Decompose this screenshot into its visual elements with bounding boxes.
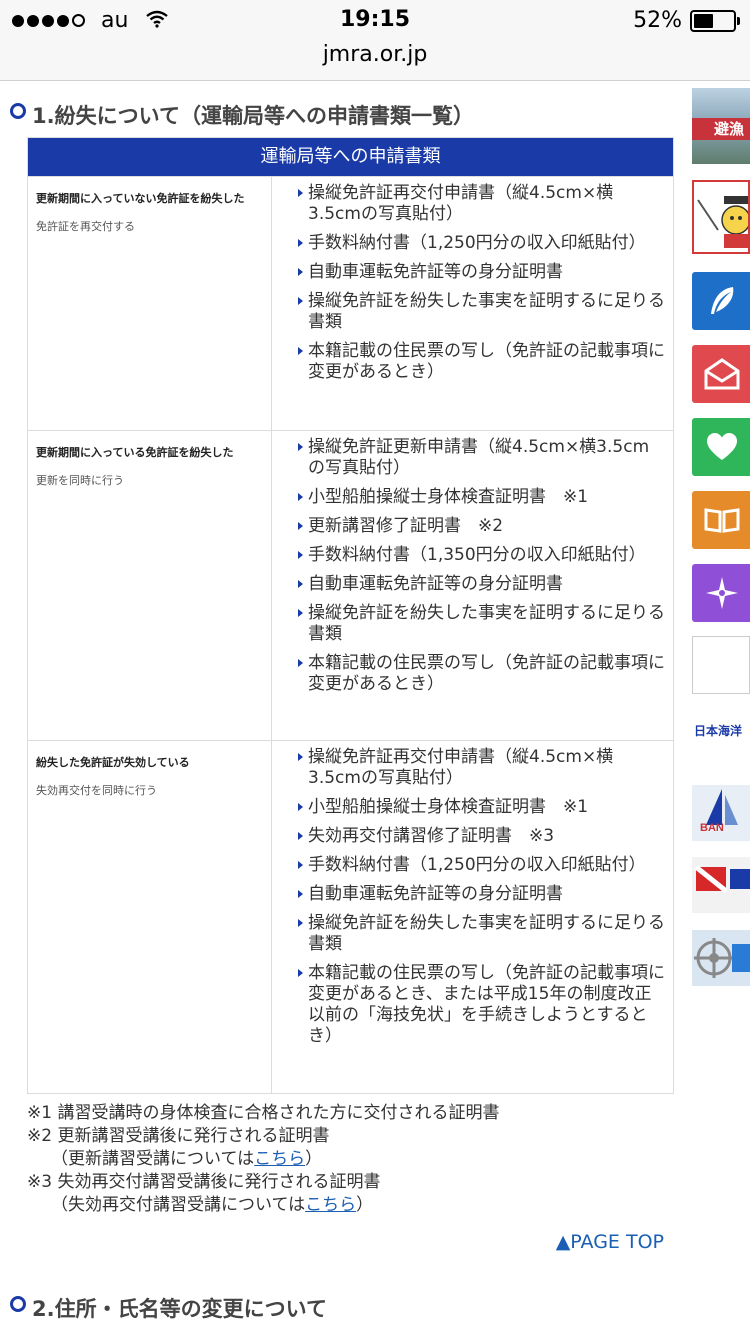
section-2-title: 2.住所・氏名等の変更について (32, 1297, 327, 1321)
section-2-heading: 2.住所・氏名等の変更について (10, 1293, 327, 1323)
page-top-link[interactable]: ▲PAGE TOP (556, 1231, 664, 1253)
helm-banner[interactable] (692, 930, 750, 986)
table-row: 紛失した免許証が失効している 失効再交付を同時に行う 操縦免許証再交付申請書（縦… (28, 740, 673, 1093)
row-documents-cell: 操縦免許証再交付申請書（縦4.5cm×横3.5cmの写真貼付） 手数料納付書（1… (272, 177, 671, 430)
row-condition-cell: 更新期間に入っていない免許証を紛失した 免許証を再交付する (28, 177, 272, 430)
condition-text: 更新期間に入っている免許証を紛失した (36, 446, 234, 459)
section-1-title: 1.紛失について（運輸局等への申請書類一覧） (32, 104, 474, 128)
svg-text:BAN: BAN (700, 822, 724, 834)
document-item: 本籍記載の住民票の写し（免許証の記載事項に変更があるとき、または平成15年の制度… (298, 963, 665, 1047)
action-text: 失効再交付を同時に行う (36, 784, 157, 797)
document-item: 操縦免許証を紛失した事実を証明するに足りる書類 (298, 291, 665, 333)
sidebar-label: 日本海洋 (694, 724, 743, 738)
document-item: 自動車運転免許証等の身分証明書 (298, 574, 665, 595)
footnote-2-sub: （更新講習受講についてはこちら） (27, 1148, 667, 1171)
renewal-course-link[interactable]: こちら (254, 1149, 305, 1169)
empty-banner[interactable] (692, 636, 750, 694)
document-item: 操縦免許証を紛失した事実を証明するに足りる書類 (298, 913, 665, 955)
document-item: 操縦免許証更新申請書（縦4.5cm×横3.5cmの写真貼付） (298, 437, 665, 479)
condition-text: 紛失した免許証が失効している (36, 756, 190, 769)
mascot-banner[interactable] (692, 180, 750, 254)
table-row: 更新期間に入っていない免許証を紛失した 免許証を再交付する 操縦免許証再交付申請… (28, 176, 673, 430)
mascot-icon (697, 196, 748, 248)
url-bar[interactable]: jmra.or.jp (0, 40, 750, 81)
footnote-3-sub-post: ） (356, 1195, 374, 1215)
row-condition-cell: 更新期間に入っている免許証を紛失した 更新を同時に行う (28, 431, 272, 740)
document-item: 更新講習修了証明書 ※2 (298, 516, 665, 537)
document-item: 操縦免許証を紛失した事実を証明するに足りる書類 (298, 603, 665, 645)
status-bar: au 19:15 52% (0, 0, 750, 40)
compass-star-icon[interactable] (692, 564, 750, 622)
document-item: 操縦免許証再交付申請書（縦4.5cm×横3.5cmの写真貼付） (298, 747, 665, 789)
sailboat-icon: BAN (700, 789, 738, 834)
diving-flag-banner[interactable] (692, 857, 750, 913)
action-text: 更新を同時に行う (36, 474, 124, 487)
circle-bullet-icon (10, 1296, 26, 1312)
footnote-3-sub-pre: （失効再交付講習受講については (51, 1195, 306, 1215)
footnotes: ※1 講習受講時の身体検査に合格された方に交付される証明書 ※2 更新講習受講後… (27, 1102, 667, 1217)
battery-area: 52% (633, 8, 740, 33)
table-row: 更新期間に入っている免許証を紛失した 更新を同時に行う 操縦免許証更新申請書（縦… (28, 430, 673, 740)
footnote-3-sub: （失効再交付講習受講についてはこちら） (27, 1194, 667, 1217)
section-1-heading: 1.紛失について（運輸局等への申請書類一覧） (10, 100, 474, 130)
document-item: 手数料納付書（1,250円分の収入印紙貼付） (298, 855, 665, 876)
document-item: 手数料納付書（1,250円分の収入印紙貼付） (298, 233, 665, 254)
document-item: 自動車運転免許証等の身分証明書 (298, 884, 665, 905)
document-item: 本籍記載の住民票の写し（免許証の記載事項に変更があるとき） (298, 653, 665, 695)
battery-fill (694, 13, 714, 28)
table-header: 運輸局等への申請書類 (28, 138, 673, 176)
book-icon[interactable] (692, 491, 750, 549)
footnote-1: ※1 講習受講時の身体検査に合格された方に交付される証明書 (27, 1103, 500, 1123)
photo-banner[interactable]: 避漁 (692, 88, 750, 164)
ship-wheel-icon (694, 938, 750, 978)
circle-bullet-icon (10, 103, 26, 119)
document-item: 手数料納付書（1,350円分の収入印紙貼付） (298, 545, 665, 566)
document-item: 自動車運転免許証等の身分証明書 (298, 262, 665, 283)
heart-icon[interactable] (692, 418, 750, 476)
right-sidebar: 避漁 日本海洋 BAN (692, 88, 750, 1334)
footnote-2-sub-pre: （更新講習受講については (51, 1149, 255, 1169)
footnote-3: ※3 失効再交付講習受講後に発行される証明書 (27, 1172, 381, 1192)
reissue-course-link[interactable]: こちら (305, 1195, 356, 1215)
document-item: 本籍記載の住民票の写し（免許証の記載事項に変更があるとき） (298, 341, 665, 383)
footnote-2: ※2 更新講習受講後に発行される証明書 (27, 1126, 330, 1146)
document-item: 小型船舶操縦士身体検査証明書 ※1 (298, 487, 665, 508)
mail-icon[interactable] (692, 345, 750, 403)
battery-percent: 52% (633, 8, 682, 33)
document-item: 操縦免許証再交付申請書（縦4.5cm×横3.5cmの写真貼付） (298, 183, 665, 225)
sailing-logo-banner[interactable]: BAN (692, 785, 750, 841)
battery-icon (690, 9, 740, 32)
action-text: 免許証を再交付する (36, 220, 135, 233)
row-documents-cell: 操縦免許証再交付申請書（縦4.5cm×横3.5cmの写真貼付） 小型船舶操縦士身… (272, 741, 671, 1093)
document-item: 失効再交付講習修了証明書 ※3 (298, 826, 665, 847)
condition-text: 更新期間に入っていない免許証を紛失した (36, 192, 245, 205)
feather-icon[interactable] (692, 272, 750, 330)
document-item: 小型船舶操縦士身体検査証明書 ※1 (298, 797, 665, 818)
main-content: 1.紛失について（運輸局等への申請書類一覧） 運輸局等への申請書類 更新期間に入… (0, 80, 686, 1334)
row-documents-cell: 操縦免許証更新申請書（縦4.5cm×横3.5cmの写真貼付） 小型船舶操縦士身体… (272, 431, 671, 740)
footnote-2-sub-post: ） (305, 1149, 323, 1169)
url-domain[interactable]: jmra.or.jp (323, 42, 428, 67)
row-condition-cell: 紛失した免許証が失効している 失効再交付を同時に行う (28, 741, 272, 1093)
banner-text: 避漁 (692, 118, 750, 140)
dive-flag-icon (694, 865, 750, 893)
application-documents-table: 運輸局等への申請書類 更新期間に入っていない免許証を紛失した 免許証を再交付する… (27, 137, 674, 1094)
